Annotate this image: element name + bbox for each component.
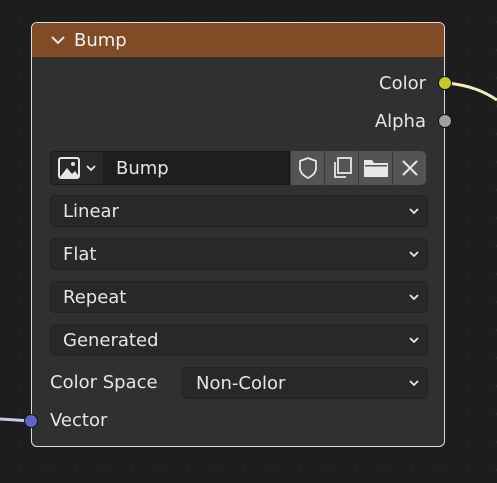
color-output-wire	[445, 81, 497, 102]
node-header[interactable]: Bump	[32, 23, 444, 57]
projection-dropdown[interactable]: Flat	[50, 238, 428, 270]
image-name-field[interactable]: Bump	[104, 151, 290, 185]
chevron-down-icon	[409, 380, 419, 387]
open-image-button[interactable]	[358, 151, 392, 185]
dropdown-value: Linear	[63, 200, 119, 222]
interpolation-dropdown[interactable]: Linear	[50, 195, 428, 227]
dropdown-value: Non-Color	[196, 372, 286, 394]
chevron-down-icon	[409, 294, 419, 301]
dropdown-value: Repeat	[63, 286, 127, 308]
output-color-label: Color	[379, 73, 426, 94]
image-icon	[58, 157, 80, 179]
color-space-dropdown[interactable]: Non-Color	[182, 367, 428, 399]
dropdown-value: Generated	[63, 329, 159, 351]
dropdown-value: Flat	[63, 243, 97, 265]
chevron-down-icon	[86, 165, 96, 172]
chevron-down-icon	[409, 208, 419, 215]
image-browse-button[interactable]	[50, 151, 104, 185]
input-vector-label: Vector	[50, 410, 108, 431]
chevron-down-icon	[409, 251, 419, 258]
duplicate-image-button[interactable]	[324, 151, 358, 185]
color-space-label: Color Space	[50, 372, 158, 393]
output-color-socket[interactable]	[438, 76, 452, 90]
extension-dropdown[interactable]: Repeat	[50, 281, 428, 313]
image-selector: Bump	[50, 151, 428, 185]
shield-icon	[298, 157, 317, 180]
duplicate-icon	[333, 157, 352, 178]
image-texture-node[interactable]: Bump Color Alpha Bump Linear Flat Repeat…	[24, 22, 452, 447]
source-dropdown[interactable]: Generated	[50, 324, 428, 356]
fake-user-button[interactable]	[290, 151, 324, 185]
close-icon	[401, 160, 418, 176]
input-vector-socket[interactable]	[24, 414, 38, 428]
unlink-image-button[interactable]	[392, 151, 426, 185]
collapse-chevron-icon[interactable]	[50, 31, 68, 49]
output-alpha-socket[interactable]	[438, 114, 452, 128]
chevron-down-icon	[409, 337, 419, 344]
output-alpha-label: Alpha	[374, 111, 426, 132]
node-title: Bump	[74, 29, 127, 51]
folder-icon	[363, 160, 388, 177]
